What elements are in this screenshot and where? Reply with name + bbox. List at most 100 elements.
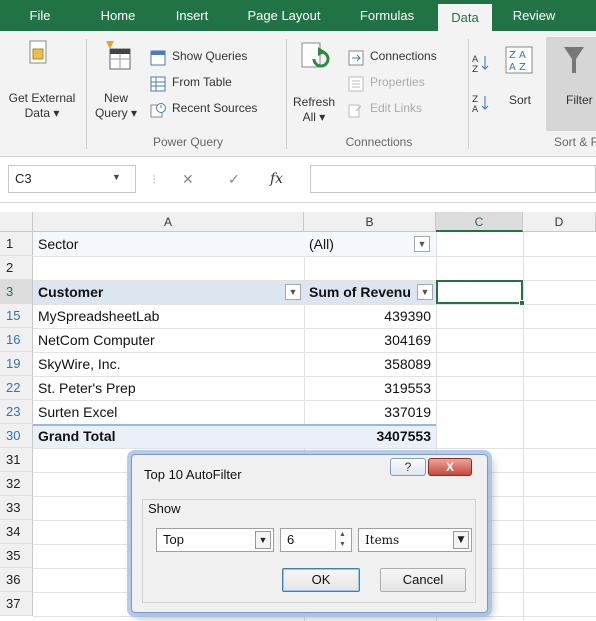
values-header[interactable]: Sum of Revenu	[304, 280, 416, 304]
sort-button[interactable]: Z AA Z Sort	[500, 41, 540, 131]
column-header-c[interactable]: C	[436, 212, 523, 232]
tab-formulas[interactable]: Formulas	[352, 0, 422, 31]
edit-links-icon	[348, 104, 362, 118]
properties-button[interactable]: Properties	[348, 75, 460, 93]
row-header[interactable]: 16	[0, 328, 33, 352]
tab-page-layout[interactable]: Page Layout	[244, 0, 324, 31]
insert-function-icon[interactable]: fx	[270, 165, 283, 193]
row-header[interactable]: 37	[0, 592, 33, 616]
funnel-icon	[564, 47, 584, 73]
get-external-data-label2: Data ▾	[24, 106, 60, 120]
items-percent-value: Items	[365, 533, 400, 547]
properties-icon	[348, 76, 364, 92]
column-header-d[interactable]: D	[523, 212, 596, 232]
items-percent-select[interactable]: Items ▼	[358, 528, 472, 552]
row-header[interactable]: 1	[0, 232, 33, 256]
tab-data[interactable]: Data	[438, 4, 492, 31]
grand-total-label[interactable]: Grand Total	[33, 424, 304, 448]
tab-review[interactable]: Review	[506, 0, 562, 31]
row-header[interactable]: 31	[0, 448, 33, 472]
row-header[interactable]: 15	[0, 304, 33, 328]
row-header[interactable]: 30	[0, 424, 33, 448]
row-header[interactable]: 3	[0, 280, 33, 304]
revenue-cell[interactable]: 358089	[304, 352, 436, 376]
recent-sources-button[interactable]: Recent Sources	[150, 101, 276, 119]
customer-cell[interactable]: SkyWire, Inc.	[33, 352, 304, 376]
revenue-cell[interactable]: 439390	[304, 304, 436, 328]
from-table-button[interactable]: From Table	[150, 75, 276, 93]
item-count-spinner[interactable]: 6 ▲ ▼	[280, 528, 352, 552]
get-external-data-button[interactable]: Get External Data ▾	[2, 35, 82, 131]
refresh-all-button[interactable]: Refresh All ▾	[288, 35, 340, 131]
chevron-down-icon[interactable]: ▼	[255, 531, 271, 549]
spinner-arrows-icon[interactable]: ▲ ▼	[335, 530, 349, 550]
gridline	[33, 616, 596, 617]
cancel-icon[interactable]: ✕	[182, 165, 194, 193]
customer-cell[interactable]: Surten Excel	[33, 400, 304, 424]
top-bottom-value: Top	[163, 532, 184, 547]
fill-handle[interactable]	[519, 300, 525, 306]
sort-za-icon: ZA	[472, 95, 489, 115]
row-header[interactable]: 32	[0, 472, 33, 496]
sort-label: Sort	[508, 93, 531, 107]
customer-cell[interactable]: MySpreadsheetLab	[33, 304, 304, 328]
filter-button[interactable]: Filter	[546, 37, 596, 131]
row-header[interactable]: 35	[0, 544, 33, 568]
svg-text:A Z: A Z	[509, 62, 526, 73]
tab-home[interactable]: Home	[94, 0, 142, 31]
row-header[interactable]: 36	[0, 568, 33, 592]
grand-total-value[interactable]: 3407553	[304, 424, 436, 448]
show-queries-label: Show Queries	[172, 49, 248, 63]
connections-icon	[348, 50, 364, 66]
edit-links-button[interactable]: Edit Links	[348, 101, 460, 119]
pivot-filter-value[interactable]: (All)	[304, 232, 414, 256]
show-group-label: Show	[146, 501, 183, 516]
sort-descending-button[interactable]: ZA	[472, 93, 490, 115]
close-button[interactable]: X	[428, 458, 472, 476]
revenue-cell[interactable]: 304169	[304, 328, 436, 352]
tab-insert[interactable]: Insert	[168, 0, 216, 31]
svg-text:A: A	[472, 105, 479, 113]
ok-button[interactable]: OK	[282, 568, 360, 592]
row-header[interactable]: 22	[0, 376, 33, 400]
cancel-button[interactable]: Cancel	[380, 568, 466, 592]
top-bottom-select[interactable]: Top ▼	[156, 528, 274, 552]
customer-cell[interactable]: St. Peter's Prep	[33, 376, 304, 400]
svg-text:Z A: Z A	[509, 50, 526, 61]
active-cell-c3[interactable]	[436, 280, 523, 304]
chevron-down-icon[interactable]: ▼	[453, 531, 469, 549]
sort-filter-group-label: Sort & F	[554, 135, 596, 149]
name-box-dropdown-icon[interactable]: ▼	[112, 172, 121, 182]
formula-input[interactable]	[310, 165, 596, 193]
help-button[interactable]: ?	[390, 458, 426, 476]
select-all-corner[interactable]	[0, 212, 33, 232]
row-header[interactable]: 19	[0, 352, 33, 376]
svg-text:Z: Z	[472, 95, 478, 105]
column-header-a[interactable]: A	[33, 212, 304, 232]
filter-applied-icon[interactable]: ▼	[417, 284, 433, 300]
pivot-filter-label[interactable]: Sector	[33, 232, 304, 256]
enter-icon[interactable]: ✓	[228, 165, 240, 193]
customer-cell[interactable]: NetCom Computer	[33, 328, 304, 352]
new-query-button[interactable]: New Query ▾	[90, 35, 142, 131]
svg-text:A: A	[472, 55, 479, 65]
show-queries-icon	[150, 50, 166, 66]
sort-az-icon: AZ	[472, 55, 489, 75]
filter-dropdown-icon[interactable]: ▼	[414, 236, 430, 252]
new-query-label2: Query ▾	[94, 106, 138, 120]
show-queries-button[interactable]: Show Queries	[150, 49, 276, 67]
revenue-cell[interactable]: 337019	[304, 400, 436, 424]
column-header-b[interactable]: B	[304, 212, 436, 232]
tab-file[interactable]: File	[22, 0, 58, 31]
row-header[interactable]: 23	[0, 400, 33, 424]
connections-button[interactable]: Connections	[348, 49, 460, 67]
revenue-cell[interactable]: 319553	[304, 376, 436, 400]
edit-links-label: Edit Links	[370, 101, 423, 115]
row-header[interactable]: 33	[0, 496, 33, 520]
sort-ascending-button[interactable]: AZ	[472, 53, 490, 75]
filter-dropdown-icon[interactable]: ▼	[285, 284, 301, 300]
row-labels-header[interactable]: Customer	[33, 280, 283, 304]
from-table-label: From Table	[172, 75, 232, 89]
row-header[interactable]: 2	[0, 256, 33, 280]
row-header[interactable]: 34	[0, 520, 33, 544]
